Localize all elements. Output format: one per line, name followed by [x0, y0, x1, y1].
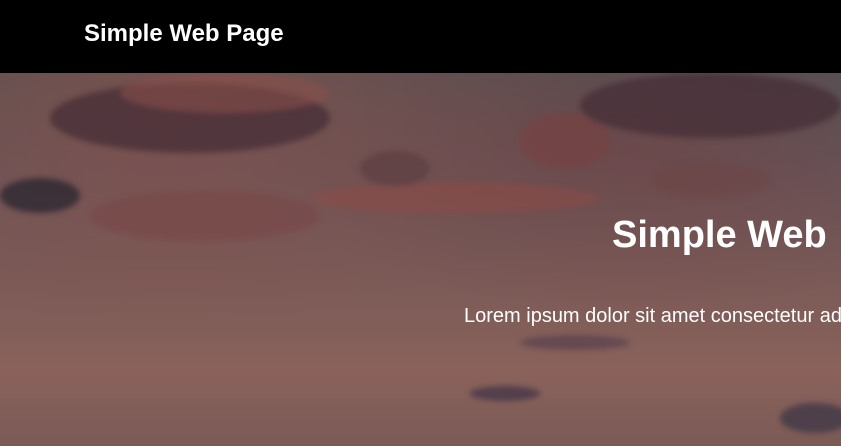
cloud-shape — [470, 386, 540, 401]
hero-section: Simple Web Lorem ipsum dolor sit amet co… — [0, 73, 841, 446]
cloud-shape — [520, 335, 630, 350]
cloud-shape — [780, 403, 841, 433]
cloud-shape — [580, 73, 841, 138]
top-navbar: Simple Web Page — [0, 0, 841, 73]
hero-text: Lorem ipsum dolor sit amet consectetur a… — [464, 305, 841, 327]
brand-title[interactable]: Simple Web Page — [84, 19, 284, 49]
cloud-shape — [360, 151, 430, 186]
cloud-shape — [120, 73, 330, 113]
cloud-shape — [310, 183, 600, 213]
cloud-shape — [90, 191, 320, 241]
cloud-shape — [0, 178, 80, 213]
hero-title: Simple Web — [612, 214, 827, 256]
cloud-shape — [650, 163, 770, 198]
